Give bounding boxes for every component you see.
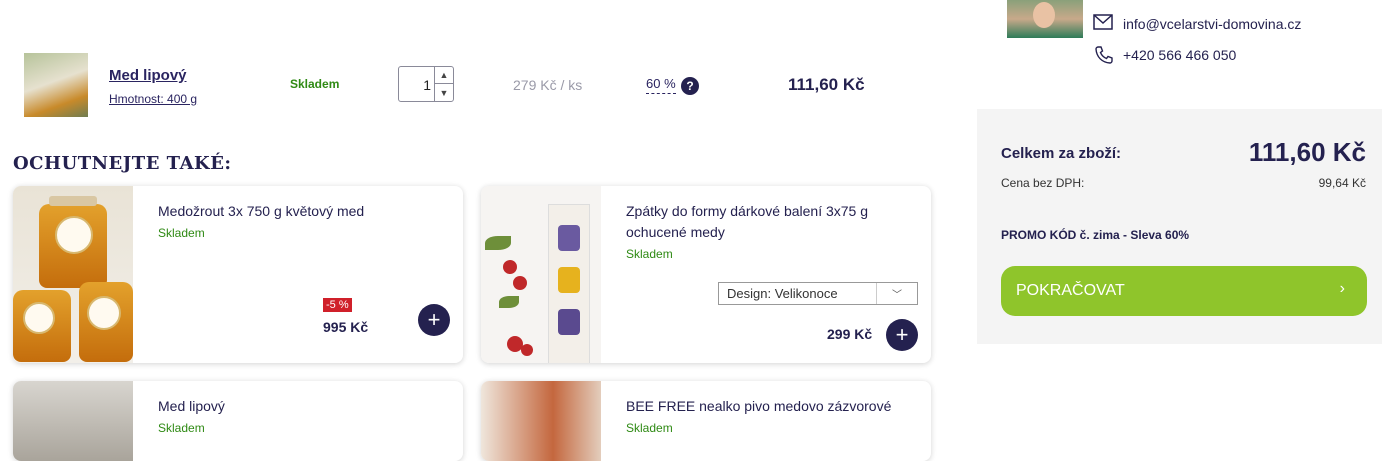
cart-item-discount[interactable]: 60 % [646,76,676,94]
cart-item-image[interactable] [24,53,88,117]
design-select-value: Design: Velikonoce [727,286,838,301]
sale-badge: -5 % [323,298,352,312]
cart-summary: Celkem za zboží: 111,60 Kč Cena bez DPH:… [977,109,1382,344]
product-card[interactable]: BEE FREE nealko pivo medovo zázvorové Sk… [481,381,931,461]
product-image-honey-jars[interactable] [13,186,133,363]
product-card[interactable]: Med lipový Skladem [13,381,463,461]
unit-price-suffix: / ks [560,77,583,93]
chevron-down-icon[interactable]: ﹀ [876,283,917,304]
contact-phone[interactable]: +420 566 466 050 [1123,47,1236,63]
help-icon[interactable]: ? [681,77,699,95]
product-stock: Skladem [158,226,205,240]
cart-item-total: 111,60 Kč [788,75,865,94]
contact-email[interactable]: info@vcelarstvi-domovina.cz [1123,16,1301,32]
unit-price-value: 279 Kč [513,77,557,93]
summary-total: 111,60 Kč [1248,137,1366,167]
product-card[interactable]: Medožrout 3x 750 g květový med Skladem -… [13,186,463,363]
summary-label: Celkem za zboží: [1001,145,1122,162]
envelope-icon [1093,14,1113,35]
cart-item-weight[interactable]: Hmotnost: 400 g [109,92,197,106]
product-stock: Skladem [626,247,673,261]
design-select[interactable]: Design: Velikonoce ﹀ [718,282,918,305]
quantity-input[interactable]: 1 [423,77,431,93]
quantity-down-icon[interactable]: ▼ [435,84,453,101]
product-title[interactable]: BEE FREE nealko pivo medovo zázvorové [626,396,916,417]
quantity-stepper[interactable]: 1 ▲ ▼ [398,66,454,102]
promo-code: PROMO KÓD č. zima - Sleva 60% [1001,228,1190,242]
product-card[interactable]: Zpátky do formy dárkové balení 3x75 g oc… [481,186,931,363]
continue-button[interactable]: POKRAČOVAT › [1001,266,1367,316]
cart-item-stock: Skladem [290,77,340,91]
product-image-gift-box[interactable] [481,186,601,363]
product-image-honey[interactable] [13,381,133,461]
vat-value: 99,64 Kč [1318,176,1366,190]
quantity-up-icon[interactable]: ▲ [435,67,453,84]
product-price: 995 Kč [323,319,369,335]
cart-item-name[interactable]: Med lipový [109,67,187,84]
cart-item-unit-price: 279 Kč / ks [513,77,582,93]
product-title[interactable]: Med lipový [158,396,448,417]
product-title[interactable]: Zpátky do formy dárkové balení 3x75 g oc… [626,201,916,243]
product-title[interactable]: Medožrout 3x 750 g květový med [158,201,448,222]
section-title: OCHUTNEJTE TAKÉ: [13,153,232,174]
product-image-beer[interactable] [481,381,601,461]
chevron-right-icon: › [1339,280,1345,297]
quantity-arrows: ▲ ▼ [434,67,453,101]
add-to-cart-icon[interactable]: + [886,319,918,351]
contact-avatar [1007,0,1083,38]
product-price: 299 Kč [827,326,873,342]
vat-label: Cena bez DPH: [1001,176,1085,190]
product-stock: Skladem [626,421,673,435]
product-stock: Skladem [158,421,205,435]
add-to-cart-icon[interactable]: + [418,304,450,336]
phone-icon [1094,45,1114,70]
continue-label: POKRAČOVAT [1016,282,1125,299]
